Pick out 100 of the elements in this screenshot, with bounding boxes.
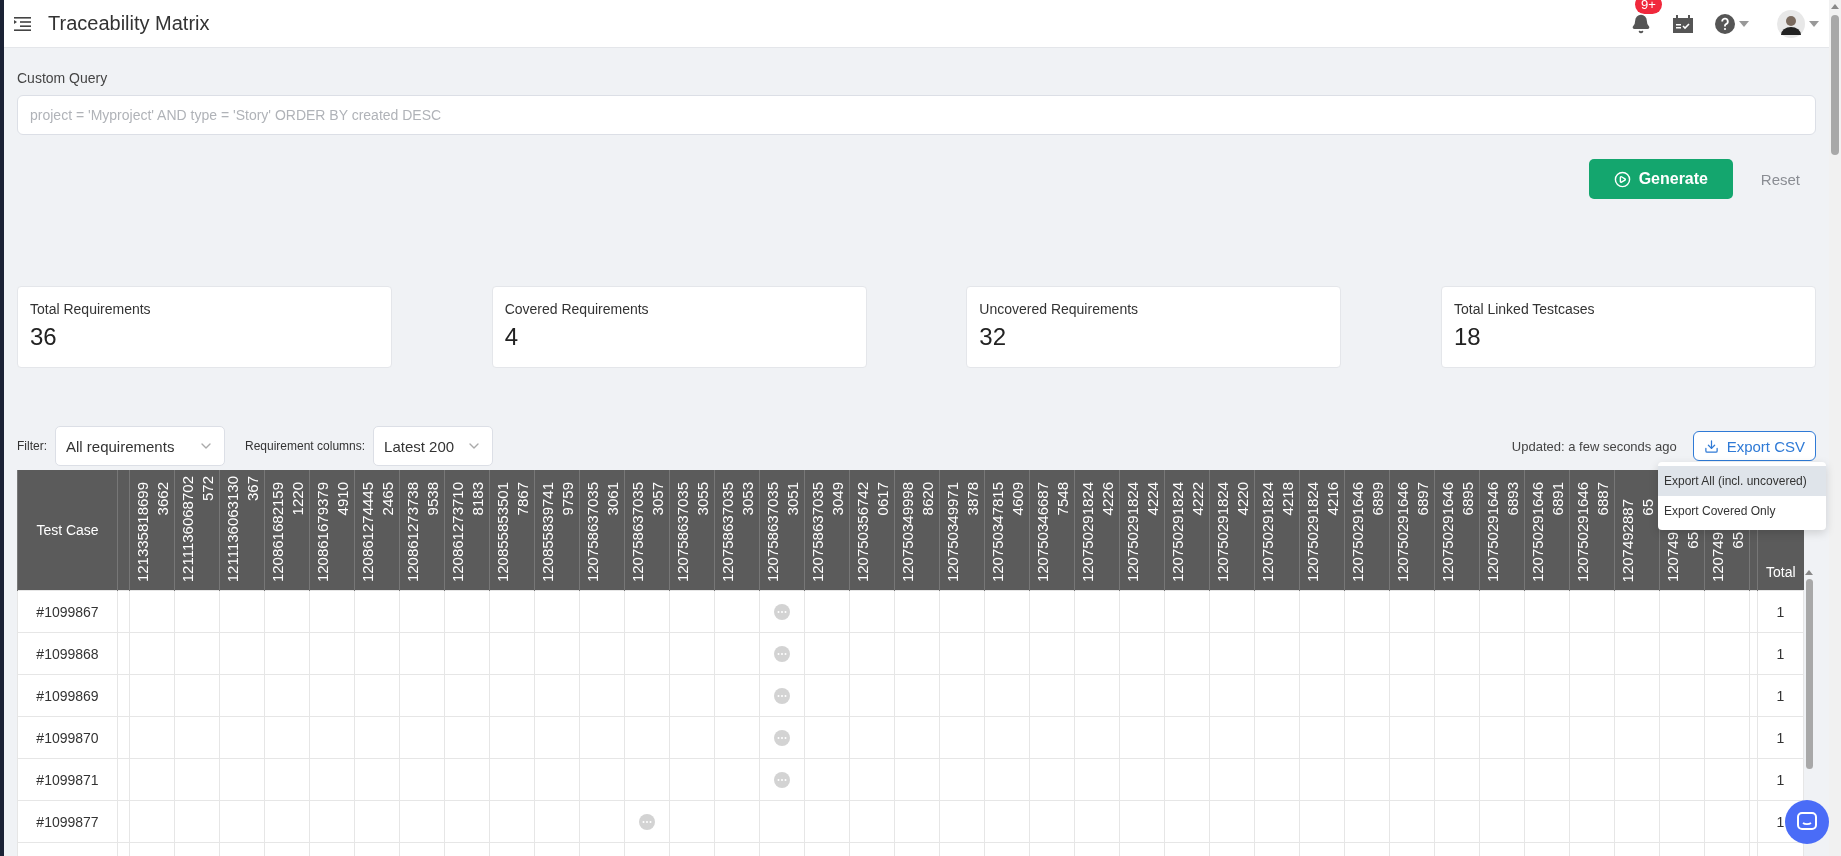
bell-icon[interactable] [1631,13,1651,34]
matrix-cell[interactable] [669,758,715,801]
matrix-cell[interactable] [669,674,715,717]
matrix-cell[interactable] [354,590,400,633]
matrix-cell[interactable] [444,758,490,801]
matrix-cell[interactable] [1164,674,1210,717]
matrix-cell[interactable] [534,674,580,717]
matrix-cell[interactable] [444,674,490,717]
matrix-cell[interactable] [489,758,535,801]
matrix-cell[interactable] [1389,590,1435,633]
matrix-cell[interactable] [354,800,400,843]
matrix-cell[interactable] [219,632,265,675]
matrix-cell[interactable] [1209,674,1255,717]
matrix-cell[interactable] [1254,800,1300,843]
matrix-cell[interactable] [759,716,805,759]
matrix-cell[interactable] [939,632,985,675]
matrix-cell[interactable] [624,800,670,843]
matrix-cell[interactable] [579,590,625,633]
matrix-cell[interactable] [1029,590,1075,633]
matrix-cell[interactable] [894,674,940,717]
matrix-cell[interactable] [849,632,895,675]
matrix-cell[interactable] [1344,590,1390,633]
filter-select[interactable]: Latest 200 [373,426,494,466]
matrix-cell[interactable] [804,716,850,759]
menu-item[interactable]: Export All (incl. uncovered) [1658,466,1826,496]
matrix-cell[interactable] [129,590,175,633]
matrix-cell[interactable] [264,674,310,717]
matrix-cell[interactable] [1254,716,1300,759]
matrix-cell[interactable] [714,590,760,633]
matrix-cell[interactable] [1704,590,1750,633]
scrollbar-thumb[interactable] [1831,15,1839,155]
matrix-cell[interactable] [1029,716,1075,759]
matrix-cell[interactable] [1389,674,1435,717]
matrix-cell[interactable] [444,632,490,675]
matrix-cell[interactable] [1119,716,1165,759]
matrix-cell[interactable] [849,674,895,717]
export-button[interactable]: Export CSV [1692,431,1816,461]
matrix-cell[interactable] [1524,674,1570,717]
query-field[interactable]: project = 'Myproject' AND type = 'Story' ORDER BY created DESC [17,95,1816,135]
matrix-cell[interactable] [399,632,445,675]
matrix-cell[interactable] [489,674,535,717]
matrix-cell[interactable] [1299,674,1345,717]
matrix-cell[interactable] [1614,716,1660,759]
matrix-cell[interactable] [984,800,1030,843]
matrix-cell[interactable] [759,674,805,717]
matrix-cell[interactable] [1209,632,1255,675]
matrix-cell[interactable] [939,800,985,843]
matrix-cell[interactable] [174,716,220,759]
matrix-cell[interactable] [939,716,985,759]
matrix-cell[interactable] [894,590,940,633]
menu-icon[interactable] [14,16,32,31]
matrix-cell[interactable] [309,590,355,633]
matrix-cell[interactable] [1659,632,1705,675]
matrix-cell[interactable] [399,758,445,801]
matrix-cell[interactable] [1209,716,1255,759]
matrix-cell[interactable] [1659,716,1705,759]
matrix-cell[interactable] [1479,674,1525,717]
matrix-cell[interactable] [1479,632,1525,675]
filter-select[interactable]: All requirements [55,426,225,466]
matrix-cell[interactable] [579,632,625,675]
matrix-cell[interactable] [1074,716,1120,759]
ellipsis-icon[interactable] [774,771,790,788]
matrix-cell[interactable] [489,632,535,675]
matrix-cell[interactable] [309,674,355,717]
ellipsis-icon[interactable] [639,813,655,830]
matrix-cell[interactable] [1344,674,1390,717]
matrix-cell[interactable] [1704,674,1750,717]
matrix-cell[interactable] [534,632,580,675]
matrix-cell[interactable] [399,800,445,843]
matrix-cell[interactable] [1614,632,1660,675]
scrollbar-thumb[interactable] [1805,579,1813,769]
matrix-cell[interactable] [1479,590,1525,633]
matrix-cell[interactable] [489,590,535,633]
matrix-cell[interactable] [1434,590,1480,633]
matrix-cell[interactable] [804,590,850,633]
matrix-cell[interactable] [1659,590,1705,633]
profile-menu-button[interactable] [1777,9,1819,38]
matrix-cell[interactable] [1164,800,1210,843]
matrix-cell[interactable] [759,590,805,633]
matrix-cell[interactable] [1254,758,1300,801]
matrix-cell[interactable] [399,590,445,633]
matrix-cell[interactable] [624,758,670,801]
matrix-cell[interactable] [1029,758,1075,801]
matrix-cell[interactable] [849,590,895,633]
matrix-cell[interactable] [984,590,1030,633]
matrix-cell[interactable] [1614,590,1660,633]
matrix-cell[interactable] [579,716,625,759]
matrix-cell[interactable] [129,758,175,801]
matrix-cell[interactable] [1074,758,1120,801]
matrix-cell[interactable] [669,590,715,633]
matrix-cell[interactable] [939,674,985,717]
matrix-cell[interactable] [714,674,760,717]
matrix-cell[interactable] [1209,800,1255,843]
matrix-cell[interactable] [624,674,670,717]
matrix-cell[interactable] [309,758,355,801]
matrix-cell[interactable] [219,590,265,633]
matrix-cell[interactable] [714,800,760,843]
matrix-cell[interactable] [1299,632,1345,675]
matrix-cell[interactable] [1524,632,1570,675]
matrix-cell[interactable] [1659,674,1705,717]
